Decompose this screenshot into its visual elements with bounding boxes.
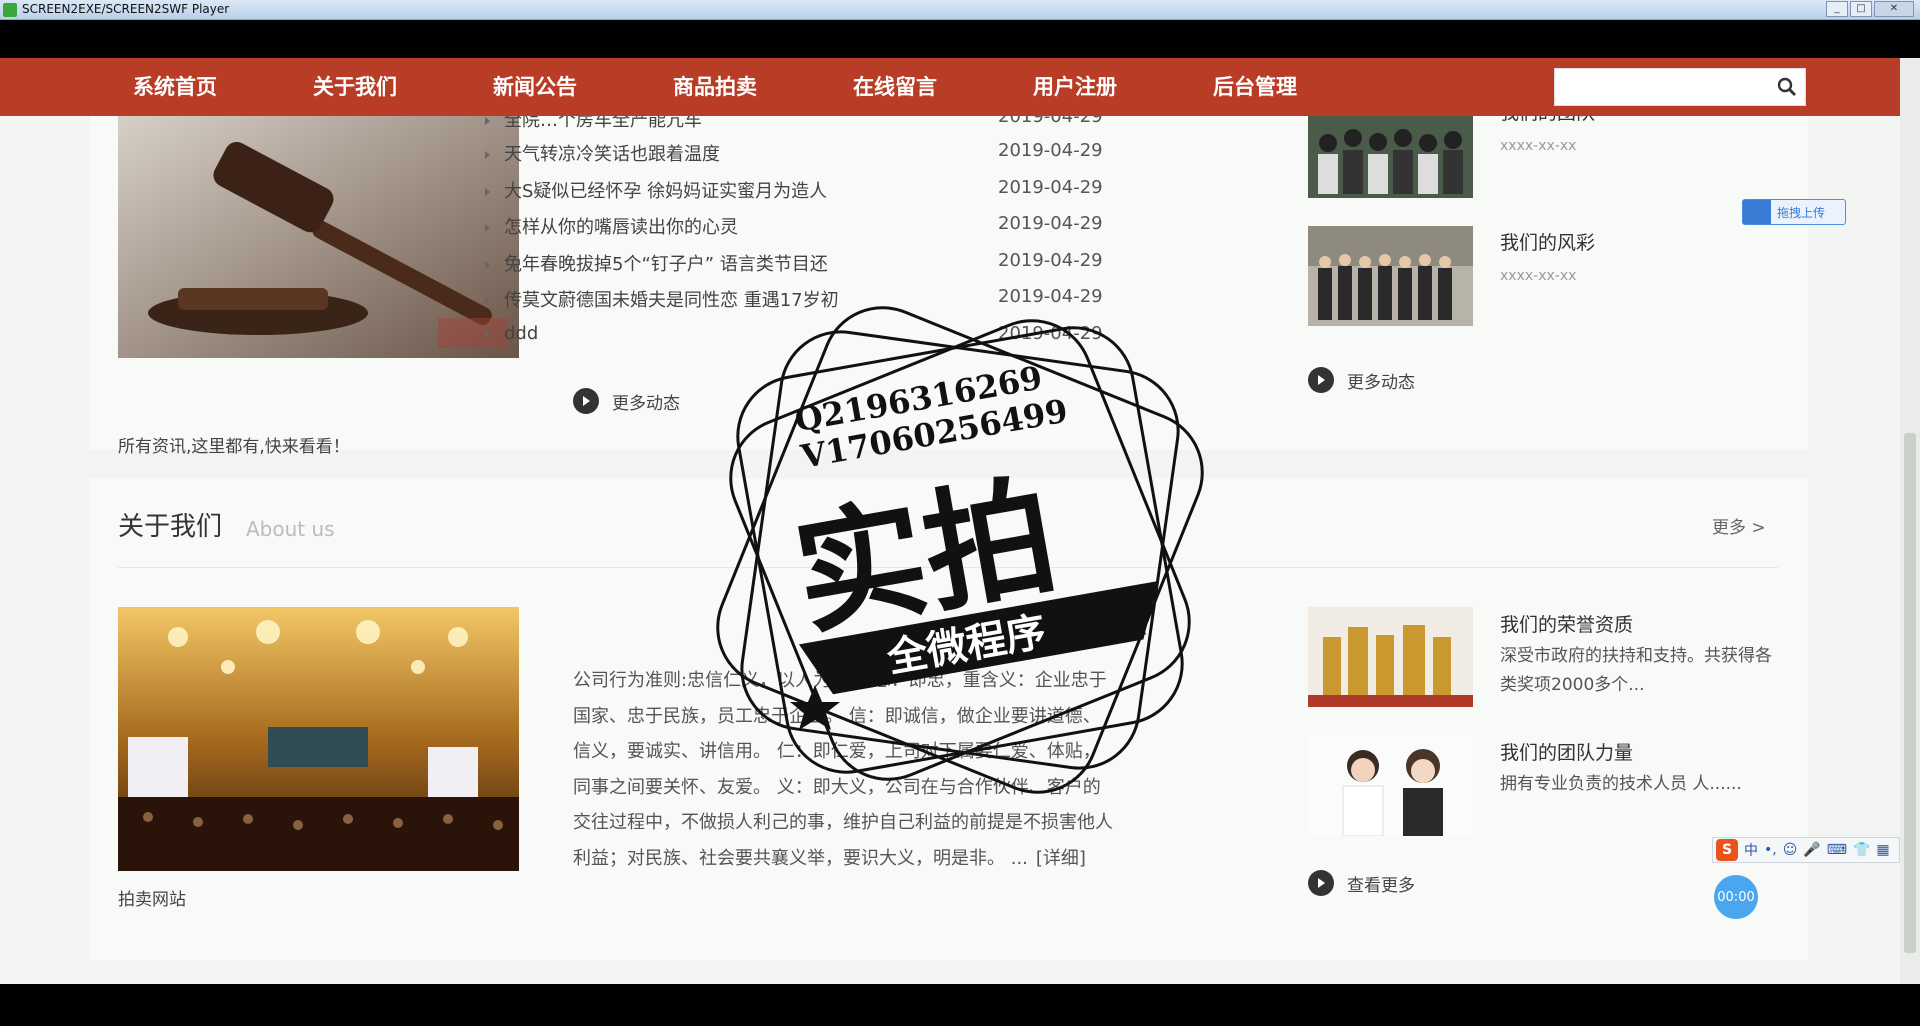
side-item-title[interactable]: 我们的团队力量	[1500, 738, 1633, 765]
group-photo-image[interactable]	[1308, 226, 1473, 326]
search-box	[1554, 68, 1806, 106]
player-bottom-bar	[0, 984, 1920, 1026]
news-more-link[interactable]: 更多动态	[573, 388, 680, 414]
news-item[interactable]: 怎样从你的嘴唇读出你的心灵	[485, 213, 1045, 239]
side-item-title[interactable]: 我们的荣誉资质	[1500, 610, 1633, 637]
news-date: 2019-04-29	[998, 140, 1103, 161]
search-input[interactable]	[1555, 69, 1765, 105]
bullet-arrow-icon	[485, 297, 490, 305]
news-caption: 所有资讯,这里都有,快来看看！	[118, 437, 350, 457]
news-date: 2019-04-29	[998, 286, 1103, 307]
about-section-title: 关于我们	[118, 512, 223, 542]
nav-item-admin[interactable]: 后台管理	[1213, 71, 1297, 101]
side-more-link[interactable]: 更多动态	[1308, 367, 1415, 393]
grid-icon: ▦	[1876, 842, 1890, 858]
news-date: 2019-04-29	[998, 213, 1103, 234]
scrollbar-thumb[interactable]	[1904, 433, 1916, 953]
emoji-icon: ☺	[1782, 842, 1798, 858]
about-side-more-link[interactable]: 查看更多	[1308, 870, 1415, 896]
punctuation-icon: •,	[1764, 842, 1777, 858]
window-title: SCREEN2EXE/SCREEN2SWF Player	[22, 2, 230, 16]
recording-timer[interactable]: 00:00	[1714, 875, 1758, 919]
news-item[interactable]: ddd	[485, 323, 1045, 344]
skin-icon: 👕	[1852, 842, 1871, 858]
section-divider	[118, 567, 1778, 568]
bullet-arrow-icon	[485, 330, 490, 338]
news-item[interactable]: 传莫文蔚德国未婚夫是同性恋 重遇17岁初	[485, 286, 1045, 312]
sogou-icon: S	[1716, 839, 1738, 861]
bullet-arrow-icon	[485, 188, 490, 196]
about-more-link[interactable]: 更多 >	[1712, 513, 1766, 538]
nav-item-home[interactable]: 系统首页	[133, 71, 217, 101]
cloud-icon	[1743, 200, 1771, 224]
circle-arrow-icon	[573, 388, 599, 414]
page-viewport: 所有资讯,这里都有,快来看看！ 全院…个房车全产能亢车 2019-04-29 天…	[0, 58, 1900, 984]
news-date: 2019-04-29	[998, 323, 1103, 344]
maximize-button[interactable]: □	[1850, 1, 1872, 17]
auction-hall-image[interactable]	[118, 607, 519, 871]
close-button[interactable]: ✕	[1874, 1, 1914, 17]
trophies-image[interactable]	[1308, 607, 1473, 707]
side-item-title[interactable]: 我们的风彩	[1500, 228, 1595, 255]
news-item[interactable]: 天气转凉冷笑话也跟着温度	[485, 140, 1045, 166]
nav-item-about[interactable]: 关于我们	[313, 71, 397, 101]
nav-item-auction[interactable]: 商品拍卖	[673, 71, 757, 101]
circle-arrow-icon	[1308, 870, 1334, 896]
window-controls: _ □ ✕	[1826, 1, 1914, 17]
nav-item-news[interactable]: 新闻公告	[493, 71, 577, 101]
bullet-arrow-icon	[485, 151, 490, 159]
nav-item-register[interactable]: 用户注册	[1033, 71, 1117, 101]
about-description: 公司行为准则:忠信仁义，以人为本。 忠：即忠，重含义：企业忠于国家、忠于民族，员…	[573, 670, 1113, 869]
side-item-date: xxxx-xx-xx	[1500, 138, 1577, 154]
team-strength-image[interactable]	[1308, 736, 1473, 836]
main-navbar: 系统首页 关于我们 新闻公告 商品拍卖 在线留言 用户注册 后台管理	[0, 58, 1900, 116]
about-caption: 拍卖网站	[118, 890, 186, 910]
side-item-date: xxxx-xx-xx	[1500, 268, 1577, 284]
app-icon	[3, 3, 17, 17]
side-item-desc: 拥有专业负责的技术人员 人......	[1500, 774, 1742, 794]
circle-arrow-icon	[1308, 367, 1334, 393]
minimize-button[interactable]: _	[1826, 1, 1848, 17]
side-item-desc: 深受市政府的扶持和支持。共获得各类奖项2000多个...	[1500, 646, 1772, 695]
news-date: 2019-04-29	[998, 177, 1103, 198]
keyboard-icon: ⌨	[1826, 842, 1847, 858]
bullet-arrow-icon	[485, 117, 490, 125]
vertical-scrollbar[interactable]	[1900, 58, 1920, 984]
news-date: 2019-04-29	[998, 250, 1103, 271]
bullet-arrow-icon	[485, 224, 490, 232]
nav-item-message[interactable]: 在线留言	[853, 71, 937, 101]
news-item[interactable]: 大S疑似已经怀孕 徐妈妈证实蜜月为造人	[485, 177, 1045, 203]
detail-link[interactable]: [详细]	[1036, 848, 1086, 869]
news-item[interactable]: 兔年春晚拔掉5个“钉子户” 语言类节目还	[485, 250, 1045, 276]
microphone-icon: 🎤	[1803, 842, 1821, 858]
about-section-subtitle: About us	[246, 517, 335, 541]
ime-toolbar[interactable]: S 中 •, ☺ 🎤 ⌨ 👕 ▦	[1712, 837, 1900, 863]
drag-upload-badge[interactable]: 拖拽上传	[1742, 199, 1846, 225]
window-titlebar: SCREEN2EXE/SCREEN2SWF Player _ □ ✕	[0, 0, 1920, 20]
auction-gavel-image[interactable]	[118, 108, 519, 358]
bullet-arrow-icon	[485, 261, 490, 269]
search-icon[interactable]	[1777, 77, 1797, 97]
